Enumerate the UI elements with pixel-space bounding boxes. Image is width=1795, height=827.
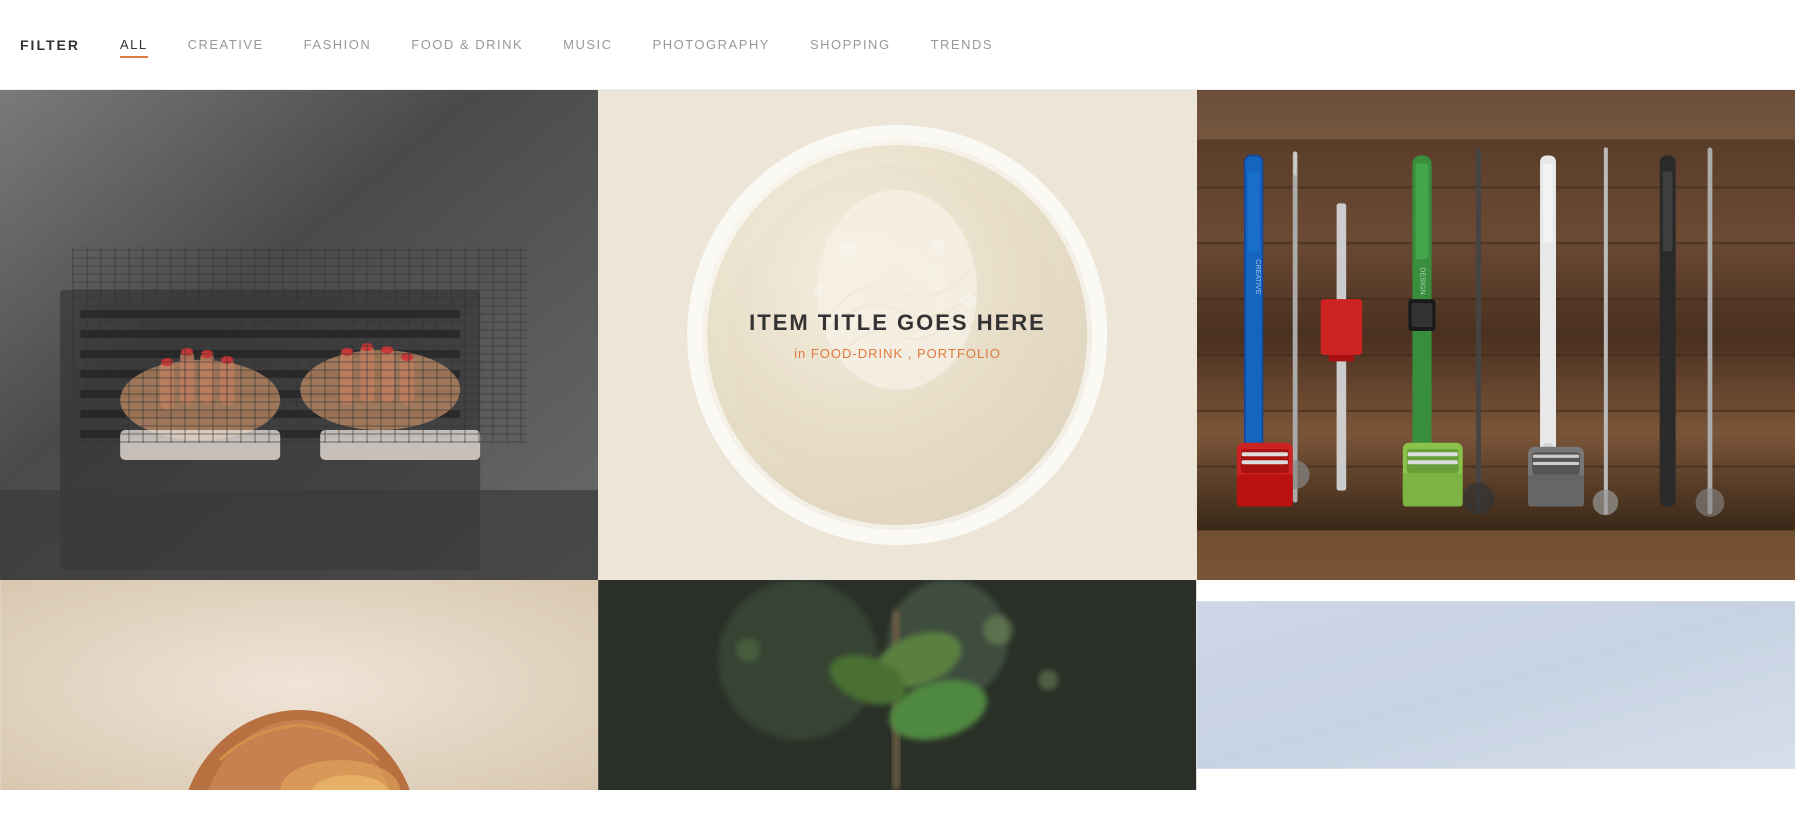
nav-item-food-drink[interactable]: FOOD & DRINK <box>411 36 523 54</box>
grid-item-ski[interactable]: CREATIVE DESIGN <box>1197 90 1795 580</box>
overlay-title: ITEM TITLE GOES HERE <box>749 310 1046 336</box>
grid-top-row: ITEM TITLE GOES HERE in FOOD-DRINK , POR… <box>0 90 1795 580</box>
laptop-image <box>0 90 598 580</box>
nav-item-all[interactable]: ALL <box>120 36 148 54</box>
grid-bottom-row <box>0 580 1795 790</box>
main-content: ITEM TITLE GOES HERE in FOOD-DRINK , POR… <box>0 90 1795 790</box>
filter-nav: ALL CREATIVE FASHION FOOD & DRINK MUSIC … <box>120 36 993 54</box>
nav-link-fashion[interactable]: FASHION <box>304 37 372 56</box>
laptop-svg <box>0 90 598 580</box>
light-svg <box>1197 580 1795 790</box>
person-svg <box>0 580 598 790</box>
nav-item-fashion[interactable]: FASHION <box>304 36 372 54</box>
svg-text:CREATIVE: CREATIVE <box>1254 259 1262 294</box>
nav-link-shopping[interactable]: SHOPPING <box>810 37 891 56</box>
grid-item-coffee[interactable]: ITEM TITLE GOES HERE in FOOD-DRINK , POR… <box>598 90 1196 580</box>
nav-link-all[interactable]: ALL <box>120 37 148 58</box>
grid-item-person[interactable] <box>0 580 598 790</box>
ski-svg: CREATIVE DESIGN <box>1197 90 1795 580</box>
plant-image <box>598 580 1196 790</box>
nav-item-photography[interactable]: PHOTOGRAPHY <box>653 36 770 54</box>
nav-item-music[interactable]: MUSIC <box>563 36 612 54</box>
overlay-cat-food-drink[interactable]: FOOD-DRINK <box>811 346 903 361</box>
nav-link-music[interactable]: MUSIC <box>563 37 612 56</box>
overlay-categories: in FOOD-DRINK , PORTFOLIO <box>794 346 1001 361</box>
person-image <box>0 580 598 790</box>
nav-link-photography[interactable]: PHOTOGRAPHY <box>653 37 770 56</box>
grid-item-light[interactable] <box>1197 580 1795 790</box>
svg-text:DESIGN: DESIGN <box>1418 267 1426 294</box>
overlay-prefix: in <box>794 346 811 361</box>
overlay-comma: , <box>908 346 917 361</box>
nav-item-creative[interactable]: CREATIVE <box>188 36 264 54</box>
grid-item-laptop[interactable] <box>0 90 598 580</box>
nav-item-shopping[interactable]: SHOPPING <box>810 36 891 54</box>
filter-bar: FILTER ALL CREATIVE FASHION FOOD & DRINK… <box>0 0 1795 90</box>
coffee-overlay: ITEM TITLE GOES HERE in FOOD-DRINK , POR… <box>598 90 1196 580</box>
nav-link-creative[interactable]: CREATIVE <box>188 37 264 56</box>
overlay-cat-portfolio[interactable]: PORTFOLIO <box>917 346 1001 361</box>
nav-link-trends[interactable]: TRENDS <box>931 37 993 56</box>
ski-image: CREATIVE DESIGN <box>1197 90 1795 580</box>
laptop-placeholder <box>0 90 598 580</box>
filter-label: FILTER <box>20 37 80 53</box>
plant-svg <box>598 580 1196 790</box>
nav-item-trends[interactable]: TRENDS <box>931 36 993 54</box>
light-image <box>1197 580 1795 790</box>
nav-link-food-drink[interactable]: FOOD & DRINK <box>411 37 523 56</box>
grid-item-plant[interactable] <box>598 580 1196 790</box>
